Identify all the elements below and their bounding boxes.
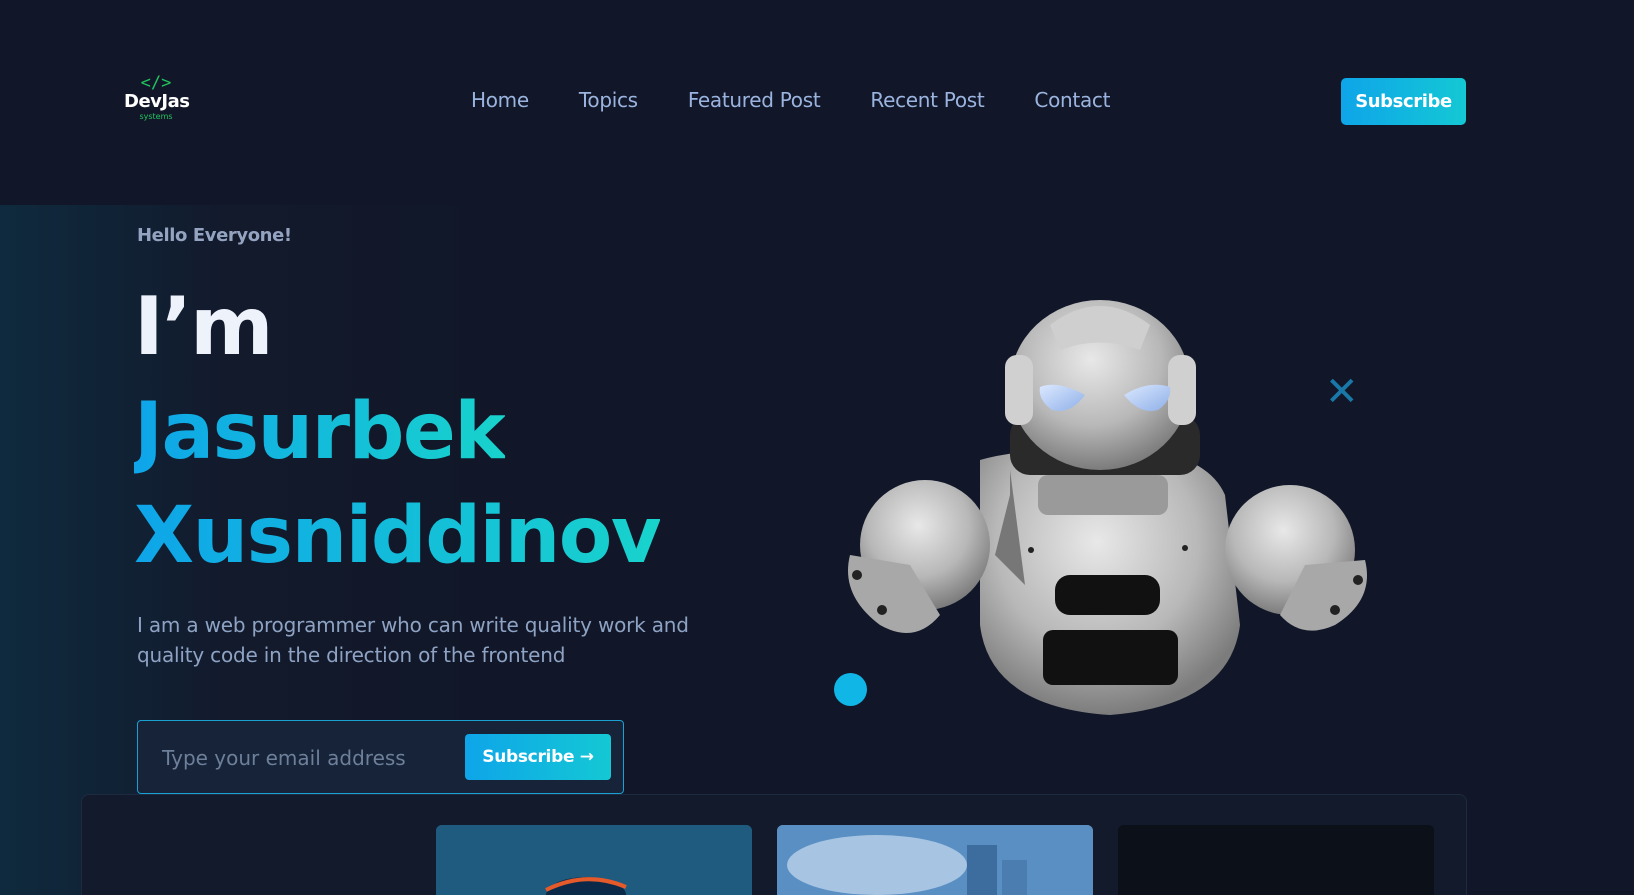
logo[interactable]: </> DevJas systems (124, 73, 190, 130)
header-subscribe-button[interactable]: Subscribe (1341, 78, 1466, 125)
nav-contact[interactable]: Contact (1034, 87, 1110, 113)
code-brackets-icon: </> (140, 73, 172, 93)
hero-intro: I’m (134, 280, 274, 373)
nav-home[interactable]: Home (471, 87, 529, 113)
posts-preview-section (81, 794, 1467, 895)
post-card[interactable] (436, 825, 752, 895)
hero-last-name: Xusniddinov (134, 488, 662, 584)
logo-name: DevJas (124, 91, 190, 112)
hero-description: I am a web programmer who can write qual… (137, 613, 689, 667)
robot-illustration (848, 300, 1367, 715)
site-header: </> DevJas systems Home Topics Featured … (0, 0, 1634, 205)
post-card[interactable] (777, 825, 1093, 895)
hero-first-name: Jasurbek (134, 384, 506, 480)
nav-topics[interactable]: Topics (579, 87, 638, 113)
email-input[interactable] (162, 741, 452, 775)
logo-subtitle: systems (139, 112, 173, 121)
post-card[interactable] (1118, 825, 1434, 895)
dark-image (1118, 825, 1434, 895)
nav-featured-post[interactable]: Featured Post (688, 87, 821, 113)
main-nav: Home Topics Featured Post Recent Post Co… (471, 87, 1110, 113)
city-skyline-image (777, 825, 1093, 895)
ocean-surf-image (436, 825, 752, 895)
page: </> DevJas systems Home Topics Featured … (0, 0, 1634, 895)
subscribe-form: Subscribe → (137, 720, 624, 794)
nav-recent-post[interactable]: Recent Post (870, 87, 984, 113)
form-subscribe-button[interactable]: Subscribe → (465, 734, 611, 780)
hero-greeting: Hello Everyone! (137, 225, 292, 246)
